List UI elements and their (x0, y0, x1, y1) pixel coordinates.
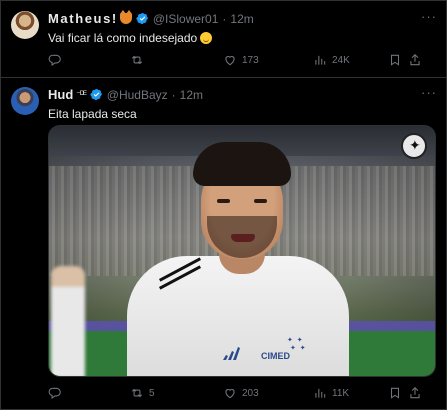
share-button[interactable] (408, 53, 427, 67)
bookmark-button[interactable] (388, 53, 407, 67)
mouth (231, 234, 255, 242)
user-handle[interactable]: @ISlower01 (153, 12, 219, 26)
retweet-icon (131, 388, 143, 398)
verified-badge-icon (90, 88, 102, 101)
timestamp[interactable]: 12m (230, 12, 253, 26)
tweet-header: Hud ⁻ᴰᴱ @HudBayz · 12m (48, 87, 203, 102)
like-button[interactable]: 173 (223, 53, 259, 67)
crest-stars-icon: ✦ ✦ ✦ ✦ (287, 337, 307, 352)
verified-badge-icon (136, 12, 148, 25)
football-player: ✦ ✦ ✦ ✦ CIMED (127, 136, 349, 376)
views-button[interactable]: 24K (313, 53, 350, 67)
tweet-text: Eita lapada seca (48, 107, 137, 121)
tweet-actions: 5 203 11K (48, 384, 420, 402)
reply-button[interactable] (48, 53, 67, 67)
display-name[interactable]: Matheus! (48, 11, 118, 26)
share-icon (410, 387, 420, 399)
tweet[interactable]: Hud ⁻ᴰᴱ @HudBayz · 12m ··· Eita lapada s… (0, 78, 447, 410)
retweet-icon (131, 55, 143, 65)
more-options-icon[interactable]: ··· (421, 85, 437, 100)
bookmark-button[interactable] (388, 386, 407, 400)
hair (193, 142, 291, 186)
views-button[interactable]: 11K (313, 386, 349, 400)
fox-emoji-icon (119, 10, 132, 24)
eye (254, 199, 267, 203)
tweet[interactable]: Matheus! @ISlower01 · 12m ··· Vai ficar … (0, 0, 447, 78)
retweet-button[interactable]: 5 (130, 386, 155, 400)
reply-button[interactable] (48, 386, 67, 400)
tweet-header: Matheus! @ISlower01 · 12m (48, 10, 254, 26)
tweet-actions: 173 24K (48, 51, 420, 69)
heart-icon (225, 56, 235, 66)
grinning-face-with-sweat-emoji-icon (200, 32, 213, 44)
reply-icon (48, 387, 61, 399)
like-count: 203 (242, 387, 259, 399)
like-button[interactable]: 203 (223, 386, 259, 400)
tweet-text: Vai ficar lá como indesejado (48, 31, 213, 45)
retweet-count: 5 (149, 387, 155, 399)
bookmark-icon (390, 387, 400, 399)
views-chart-icon (315, 388, 326, 398)
reply-icon (48, 54, 61, 66)
user-handle[interactable]: @HudBayz (107, 88, 168, 102)
display-name[interactable]: Hud (48, 87, 73, 102)
avatar[interactable] (11, 11, 39, 39)
tweet-media-video[interactable]: ✦ ✦ ✦ ✦ CIMED (48, 125, 436, 377)
views-count: 11K (332, 387, 350, 399)
timestamp[interactable]: 12m (180, 88, 203, 102)
heart-icon (225, 389, 235, 399)
separator: · (171, 87, 176, 102)
tweet-text-content: Vai ficar lá como indesejado (48, 31, 198, 45)
background-player (51, 266, 85, 376)
bookmark-icon (390, 54, 400, 66)
like-count: 173 (242, 54, 259, 66)
club-crest-icon (401, 133, 427, 159)
adidas-logo-icon (223, 347, 240, 360)
views-chart-icon (315, 55, 326, 65)
jersey-sponsor: CIMED (261, 351, 290, 361)
views-count: 24K (332, 54, 350, 66)
retweet-button[interactable] (130, 53, 149, 67)
eye (217, 199, 230, 203)
share-icon (410, 54, 420, 66)
name-suffix: ⁻ᴰᴱ (76, 89, 86, 99)
avatar[interactable] (11, 87, 39, 115)
more-options-icon[interactable]: ··· (421, 9, 437, 24)
share-button[interactable] (408, 386, 427, 400)
separator: · (222, 11, 227, 26)
